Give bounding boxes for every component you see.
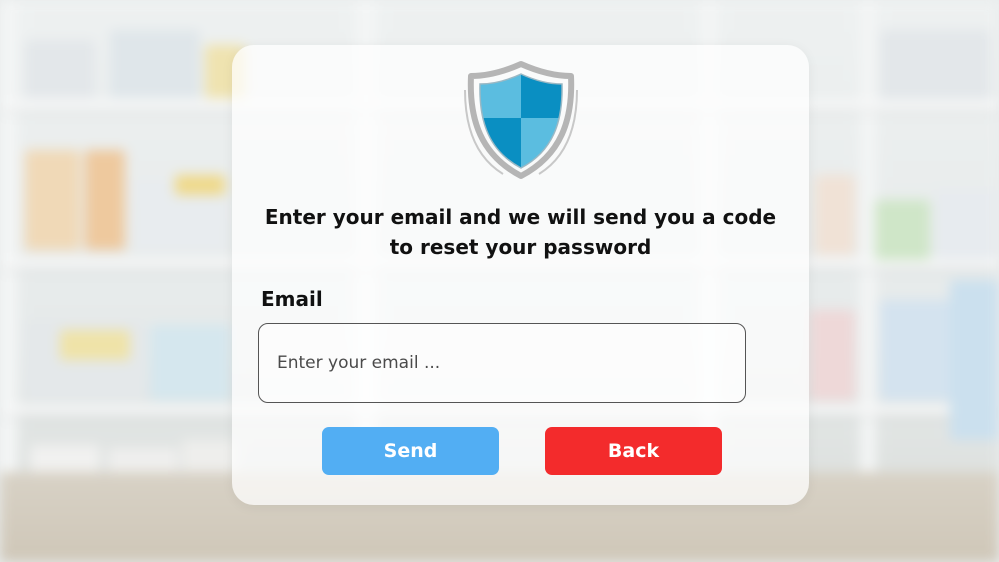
email-label: Email <box>261 287 323 311</box>
email-input[interactable] <box>258 323 746 403</box>
page: Enter your email and we will send you a … <box>0 0 999 562</box>
back-button[interactable]: Back <box>545 427 722 475</box>
shield-icon <box>464 61 578 179</box>
page-title: Enter your email and we will send you a … <box>264 205 777 259</box>
send-button[interactable]: Send <box>322 427 499 475</box>
reset-password-card: Enter your email and we will send you a … <box>232 45 809 505</box>
